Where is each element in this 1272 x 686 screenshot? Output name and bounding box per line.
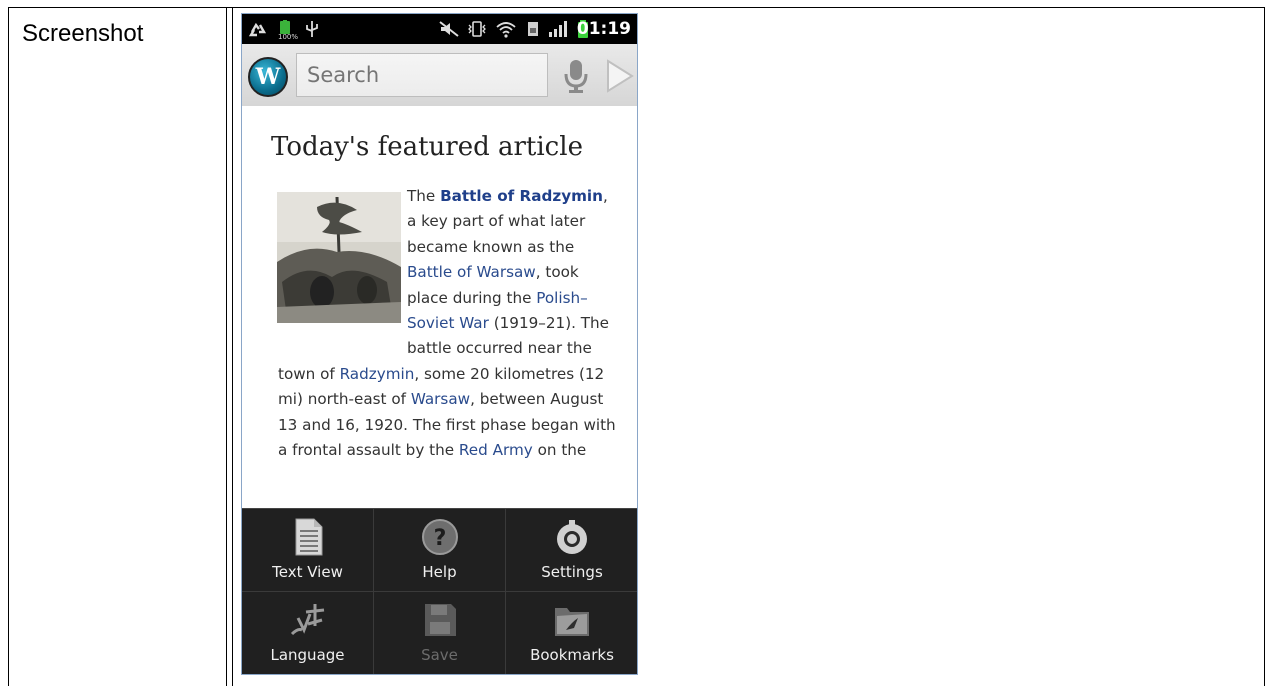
menu-item-label: Settings — [541, 563, 603, 581]
article-link[interactable]: Battle of Warsaw — [407, 263, 536, 281]
settings-icon — [557, 520, 587, 554]
go-arrow-icon[interactable] — [602, 58, 636, 94]
options-menu: Text View ? Help Settings Language Save … — [242, 508, 637, 674]
sim-icon — [528, 22, 538, 36]
article-text: The — [407, 187, 441, 205]
phone-screen: 100% 01:19 W Search Today's featured art… — [241, 13, 638, 675]
menu-item-save[interactable]: Save — [374, 592, 506, 674]
menu-item-label: Save — [421, 646, 458, 664]
row-label: Screenshot — [22, 20, 144, 47]
table-divider — [226, 8, 227, 686]
wikipedia-logo-icon[interactable]: W — [248, 57, 288, 97]
article-view: Today's featured article The Battle of R… — [242, 106, 637, 518]
menu-item-label: Language — [270, 646, 345, 664]
menu-item-label: Text View — [272, 563, 343, 581]
save-icon — [424, 604, 456, 636]
menu-item-text-view[interactable]: Text View — [242, 509, 374, 592]
svg-text:?: ? — [433, 526, 446, 551]
article-link[interactable]: Warsaw — [411, 390, 470, 408]
status-bar: 100% 01:19 — [242, 14, 637, 44]
search-bar: W — [242, 44, 637, 107]
microphone-icon[interactable] — [561, 58, 591, 94]
bookmarks-icon — [555, 608, 589, 636]
menu-item-bookmarks[interactable]: Bookmarks — [506, 592, 637, 674]
vibrate-icon — [468, 21, 486, 37]
article-link[interactable]: Red Army — [459, 441, 533, 459]
article-subject-link[interactable]: Battle of Radzymin — [440, 187, 603, 205]
battery-badge: 100% — [278, 33, 299, 41]
document-icon — [295, 518, 322, 556]
article-link[interactable]: Radzymin — [340, 365, 415, 383]
menu-item-label: Help — [422, 563, 457, 581]
section-heading: Today's featured article — [271, 132, 583, 162]
usb-icon — [306, 21, 318, 37]
menu-item-label: Bookmarks — [530, 646, 614, 664]
language-icon — [290, 604, 324, 636]
article-text: on the — [532, 441, 587, 460]
signal-icon — [549, 21, 567, 37]
help-icon: ? — [421, 519, 458, 555]
menu-item-settings[interactable]: Settings — [506, 509, 637, 592]
table-divider — [232, 8, 233, 686]
mute-icon — [439, 21, 459, 37]
article-body: The Battle of Radzymin, a key part of wh… — [278, 184, 618, 463]
search-input[interactable] — [296, 53, 548, 97]
menu-item-language[interactable]: Language — [242, 592, 374, 674]
recycle-icon — [248, 22, 267, 37]
menu-item-help[interactable]: ? Help — [374, 509, 506, 592]
clock: 01:19 — [576, 19, 631, 39]
wifi-icon — [496, 22, 516, 38]
